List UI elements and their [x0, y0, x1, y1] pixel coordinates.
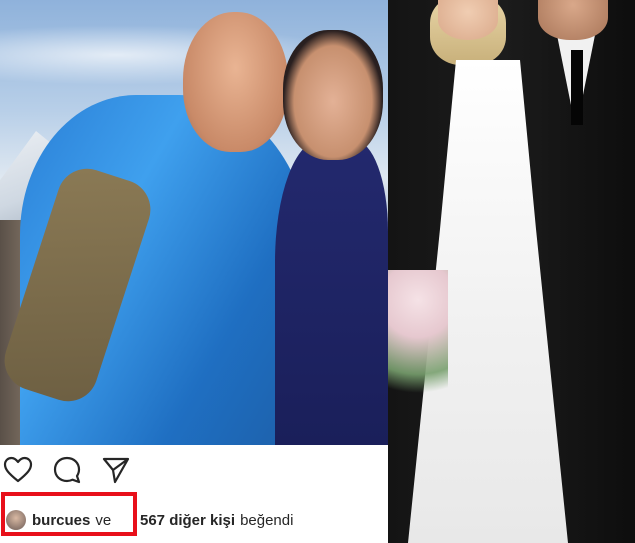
- liked-suffix: beğendi: [240, 511, 294, 529]
- post-photo-left: [0, 0, 388, 445]
- post-photo-right: [388, 0, 635, 543]
- send-icon[interactable]: [101, 455, 131, 485]
- bouquet: [388, 270, 448, 420]
- likes-count[interactable]: 567 diğer kişi beğendi: [140, 503, 293, 537]
- navy-jacket: [275, 140, 388, 445]
- groom-face: [538, 0, 608, 40]
- comment-icon[interactable]: [52, 455, 82, 485]
- man-face: [183, 12, 288, 152]
- groom-tie: [571, 50, 583, 125]
- heart-icon[interactable]: [3, 455, 33, 485]
- woman-face: [283, 30, 383, 160]
- bride-face: [438, 0, 498, 40]
- highlight-box: [1, 492, 137, 536]
- others-count[interactable]: 567 diğer kişi: [140, 512, 235, 529]
